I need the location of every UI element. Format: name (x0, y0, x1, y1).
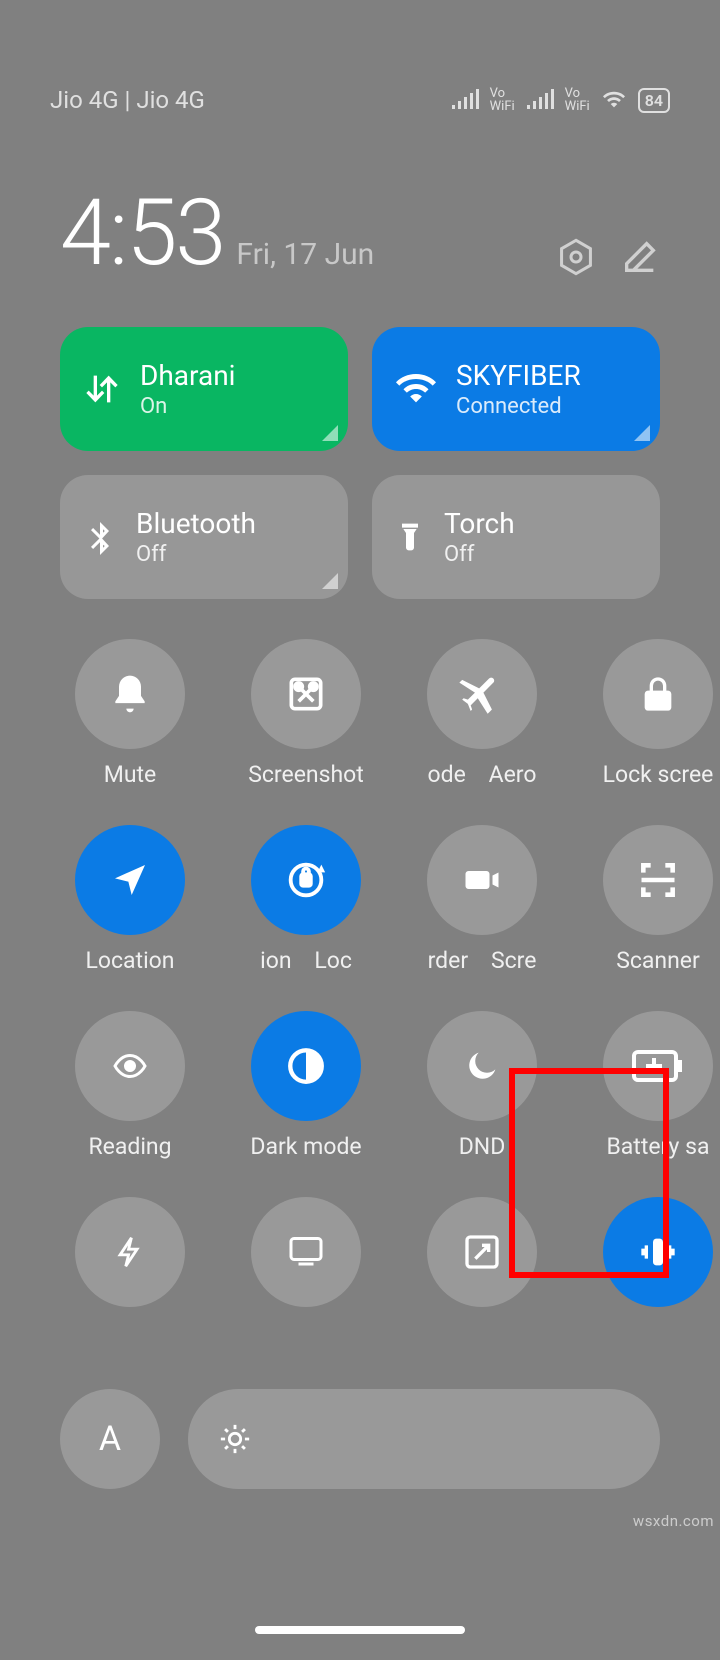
tile-mobile-data[interactable]: Dharani On (60, 327, 348, 451)
toggle-rotation-lock[interactable]: ion Loc (246, 825, 366, 977)
torch-icon (394, 515, 426, 559)
clock-date: Fri, 17 Jun (236, 237, 374, 272)
status-right: VoWiFi VoWiFi 84 (450, 87, 670, 113)
toggle-battery-saver[interactable]: Battery sa (598, 1011, 718, 1163)
bell-icon (108, 672, 152, 716)
status-bar: Jio 4G | Jio 4G VoWiFi VoWiFi 84 (0, 60, 720, 140)
data-arrows-icon (82, 367, 122, 411)
tile-sub: Off (444, 542, 515, 567)
cast-icon (284, 1234, 328, 1270)
toggle-mute[interactable]: Mute (70, 639, 190, 791)
toggle-cast[interactable] (246, 1197, 366, 1349)
tile-wifi[interactable]: SKYFIBER Connected (372, 327, 660, 451)
tile-bluetooth[interactable]: Bluetooth Off (60, 475, 348, 599)
toggle-scanner[interactable]: Scanner (598, 825, 718, 977)
tile-sub: On (140, 394, 235, 419)
wifi-status-icon (600, 89, 628, 111)
eye-icon (106, 1048, 154, 1084)
brightness-slider[interactable] (188, 1389, 660, 1489)
tile-label: SKYFIBER (456, 359, 581, 392)
lock-icon (638, 672, 678, 716)
wifi-icon (394, 369, 438, 409)
toggle-flash-charge[interactable] (70, 1197, 190, 1349)
scan-icon (636, 858, 680, 902)
clock-time: 4:53 (60, 180, 224, 287)
edit-icon[interactable] (620, 237, 660, 277)
contrast-icon (285, 1045, 327, 1087)
toggle-floating-window[interactable] (422, 1197, 542, 1349)
vowifi-icon: VoWiFi (490, 87, 515, 113)
scissors-icon (284, 672, 328, 716)
toggle-dark-mode[interactable]: Dark mode (246, 1011, 366, 1163)
toggle-location[interactable]: Location (70, 825, 190, 977)
watermark: wsxdn.com (633, 1512, 714, 1530)
brightness-icon (218, 1422, 252, 1456)
tile-torch[interactable]: Torch Off (372, 475, 660, 599)
pip-icon (462, 1232, 502, 1272)
toggle-screen-record[interactable]: rder Scre (422, 825, 542, 977)
bluetooth-icon (82, 515, 118, 559)
tile-label: Torch (444, 507, 515, 540)
toggle-dnd[interactable]: DND (422, 1011, 542, 1163)
toggle-vibrate[interactable] (598, 1197, 718, 1349)
airplane-icon (458, 670, 506, 718)
location-icon (110, 860, 150, 900)
tile-label: Dharani (140, 359, 235, 392)
settings-icon[interactable] (556, 237, 596, 277)
time-row: 4:53 Fri, 17 Jun (0, 180, 720, 287)
home-indicator[interactable] (255, 1626, 465, 1634)
signal-icon-2 (525, 89, 555, 111)
tile-sub: Off (136, 542, 256, 567)
carrier-text: Jio 4G | Jio 4G (50, 86, 205, 114)
signal-icon (450, 89, 480, 111)
vibrate-icon (633, 1232, 683, 1272)
battery-icon: 84 (638, 88, 670, 113)
toggle-screenshot[interactable]: Screenshot (246, 639, 366, 791)
rotation-lock-icon (283, 857, 329, 903)
toggle-airplane[interactable]: ode Aero (422, 639, 542, 791)
tile-sub: Connected (456, 394, 581, 419)
auto-brightness-button[interactable]: A (60, 1389, 160, 1489)
toggle-lock-screen[interactable]: Lock scree (598, 639, 718, 791)
bolt-icon (113, 1230, 147, 1274)
tile-label: Bluetooth (136, 507, 256, 540)
battery-plus-icon (632, 1050, 684, 1082)
vowifi-icon-2: VoWiFi (565, 87, 590, 113)
video-icon (459, 862, 505, 898)
moon-icon (462, 1046, 502, 1086)
toggle-reading[interactable]: Reading (70, 1011, 190, 1163)
